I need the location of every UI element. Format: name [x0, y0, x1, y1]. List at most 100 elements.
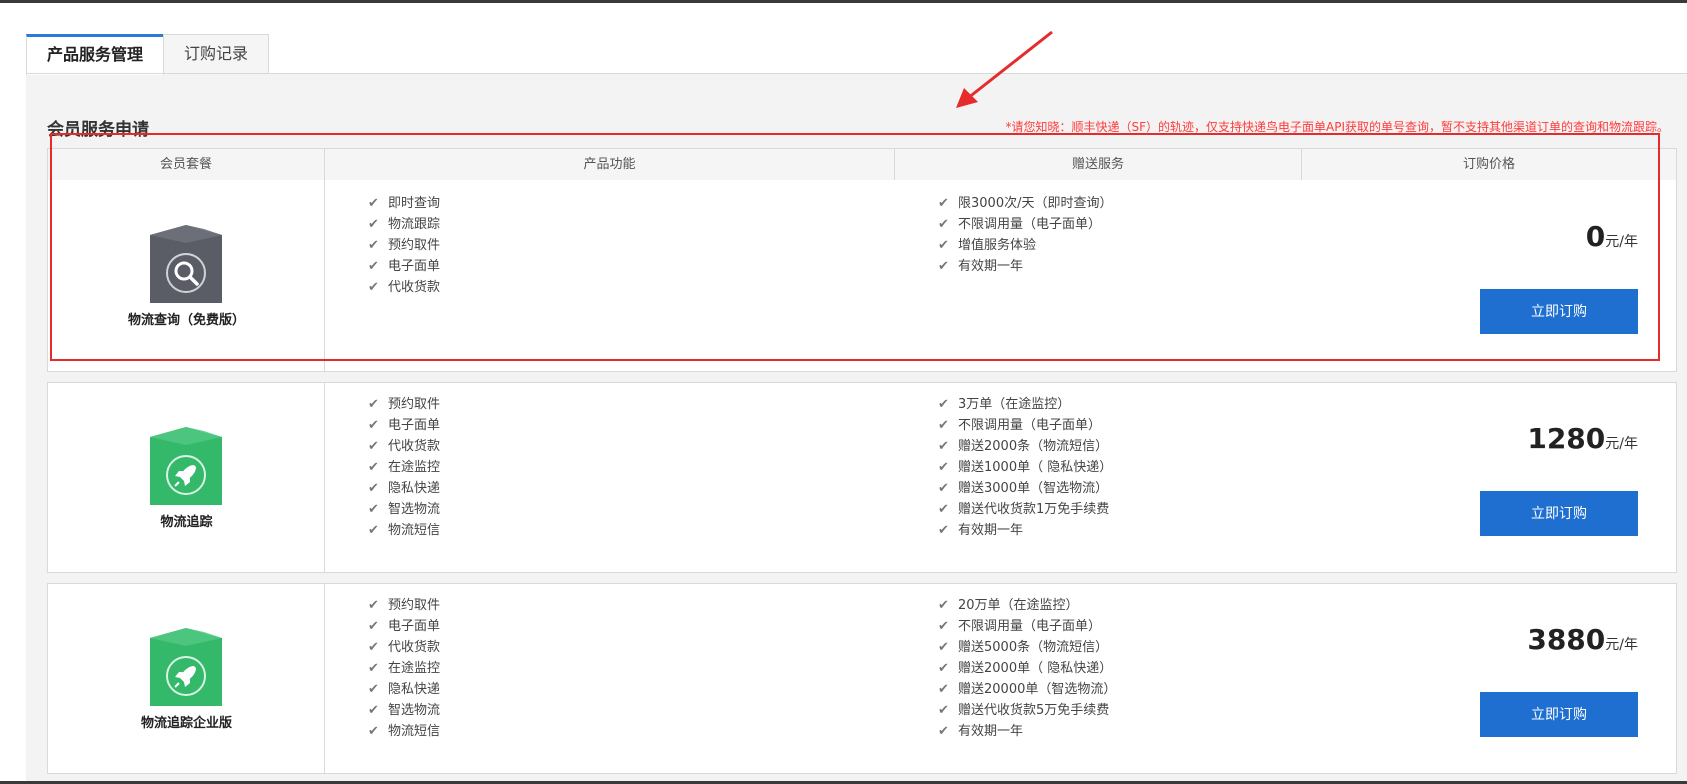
list-item: ✔ 不限调用量（电子面单） [938, 214, 1112, 235]
plan-cell: 物流追踪企业版 [48, 584, 325, 773]
gift-label: 赠送20000单（智选物流） [958, 682, 1117, 697]
subscribe-button[interactable]: 立即订购 [1480, 289, 1638, 334]
plan-name: 物流追踪企业版 [140, 716, 232, 731]
gift-label: 3万单（在途监控） [958, 397, 1071, 412]
feature-list: ✔ 预约取件 ✔ 电子面单 ✔ 代收货款 ✔ 在途监控 ✔ 隐私快递 ✔ 智选物流 ✔ 物流短… [368, 595, 440, 742]
feature-label: 即时查询 [388, 196, 441, 211]
list-item: ✔ 预约取件 [368, 394, 440, 415]
header-plan: 会员套餐 [48, 149, 325, 180]
price-value: 0 [1585, 220, 1606, 253]
check-icon: ✔ [938, 259, 949, 274]
header-gifts: 赠送服务 [895, 149, 1302, 180]
list-item: ✔ 电子面单 [368, 415, 440, 436]
list-item: ✔ 赠送代收货款5万免手续费 [938, 700, 1116, 721]
feature-list: ✔ 即时查询 ✔ 物流跟踪 ✔ 预约取件 ✔ 电子面单 ✔ 代收货款 [368, 193, 440, 298]
list-item: ✔ 赠送5000条（物流短信） [938, 637, 1116, 658]
gift-list: ✔ 限3000次/天（即时查询） ✔ 不限调用量（电子面单） ✔ 增值服务体验 ✔ 有效… [938, 193, 1112, 277]
list-item: ✔ 在途监控 [368, 658, 440, 679]
feature-label: 代收货款 [388, 280, 441, 295]
list-item: ✔ 电子面单 [368, 256, 440, 277]
header-features: 产品功能 [325, 149, 895, 180]
rocket-icon [150, 628, 222, 706]
plan-row-free: 物流查询（免费版） ✔ 即时查询 ✔ 物流跟踪 ✔ 预约取件 ✔ 电子面单 ✔ 代收货款 … [47, 180, 1677, 372]
plan-cell: 物流追踪 [48, 383, 325, 572]
price: 1280元/年 [1527, 422, 1638, 455]
gift-label: 不限调用量（电子面单） [958, 619, 1102, 634]
gift-label: 赠送代收货款5万免手续费 [958, 703, 1110, 718]
check-icon: ✔ [368, 481, 379, 496]
check-icon: ✔ [368, 619, 379, 634]
check-icon: ✔ [368, 460, 379, 475]
feature-label: 代收货款 [388, 640, 441, 655]
plan-name: 物流查询（免费版） [127, 313, 245, 328]
check-icon: ✔ [938, 196, 949, 211]
list-item: ✔ 物流短信 [368, 520, 440, 541]
gift-label: 赠送5000条（物流短信） [958, 640, 1109, 655]
tab-product-service[interactable]: 产品服务管理 [26, 34, 164, 75]
gift-label: 赠送代收货款1万免手续费 [958, 502, 1110, 517]
sf-notice: *请您知晓：顺丰快递（SF）的轨迹，仅支持快递鸟电子面单API获取的单号查询，暂… [1005, 120, 1669, 134]
list-item: ✔ 智选物流 [368, 700, 440, 721]
list-item: ✔ 代收货款 [368, 436, 440, 457]
check-icon: ✔ [938, 217, 949, 232]
list-item: ✔ 3万单（在途监控） [938, 394, 1112, 415]
gift-list: ✔ 20万单（在途监控） ✔ 不限调用量（电子面单） ✔ 赠送5000条（物流短信） … [938, 595, 1116, 742]
feature-label: 预约取件 [388, 238, 441, 253]
list-item: ✔ 20万单（在途监控） [938, 595, 1116, 616]
tab-divider [26, 73, 1687, 74]
check-icon: ✔ [368, 259, 379, 274]
check-icon: ✔ [368, 724, 379, 739]
check-icon: ✔ [938, 460, 949, 475]
list-item: ✔ 赠送1000单（ 隐私快递） [938, 457, 1112, 478]
list-item: ✔ 赠送代收货款1万免手续费 [938, 499, 1112, 520]
gift-label: 不限调用量（电子面单） [958, 217, 1102, 232]
top-border [0, 0, 1687, 3]
gift-label: 限3000次/天（即时查询） [958, 196, 1113, 211]
list-item: ✔ 有效期一年 [938, 520, 1112, 541]
list-item: ✔ 代收货款 [368, 637, 440, 658]
gift-label: 赠送2000单（ 隐私快递） [958, 661, 1113, 676]
plan-row-tracking: 物流追踪 ✔ 预约取件 ✔ 电子面单 ✔ 代收货款 ✔ 在途监控 ✔ 隐私快递 ✔ 智选物流… [47, 382, 1677, 573]
feature-label: 在途监控 [388, 460, 441, 475]
check-icon: ✔ [368, 439, 379, 454]
feature-label: 电子面单 [388, 418, 441, 433]
list-item: ✔ 有效期一年 [938, 721, 1116, 742]
feature-label: 物流短信 [388, 523, 441, 538]
gift-label: 赠送2000条（物流短信） [958, 439, 1109, 454]
list-item: ✔ 赠送2000单（ 隐私快递） [938, 658, 1116, 679]
feature-label: 电子面单 [388, 259, 441, 274]
list-item: ✔ 限3000次/天（即时查询） [938, 193, 1112, 214]
list-item: ✔ 电子面单 [368, 616, 440, 637]
list-item: ✔ 代收货款 [368, 277, 440, 298]
check-icon: ✔ [938, 640, 949, 655]
list-item: ✔ 赠送3000单（智选物流） [938, 478, 1112, 499]
subscribe-button[interactable]: 立即订购 [1480, 491, 1638, 536]
list-item: ✔ 增值服务体验 [938, 235, 1112, 256]
gift-label: 有效期一年 [958, 259, 1024, 274]
check-icon: ✔ [368, 397, 379, 412]
feature-list: ✔ 预约取件 ✔ 电子面单 ✔ 代收货款 ✔ 在途监控 ✔ 隐私快递 ✔ 智选物流 ✔ 物流短… [368, 394, 440, 541]
check-icon: ✔ [938, 682, 949, 697]
check-icon: ✔ [938, 523, 949, 538]
check-icon: ✔ [938, 238, 949, 253]
gift-label: 有效期一年 [958, 523, 1024, 538]
gift-label: 有效期一年 [958, 724, 1024, 739]
list-item: ✔ 在途监控 [368, 457, 440, 478]
list-item: ✔ 有效期一年 [938, 256, 1112, 277]
feature-label: 物流短信 [388, 724, 441, 739]
check-icon: ✔ [368, 418, 379, 433]
annotation-arrow-icon [956, 30, 1053, 108]
feature-label: 代收货款 [388, 439, 441, 454]
search-icon [150, 225, 222, 303]
tab-order-records[interactable]: 订购记录 [163, 34, 269, 74]
gift-label: 20万单（在途监控） [958, 598, 1079, 613]
check-icon: ✔ [368, 502, 379, 517]
check-icon: ✔ [368, 217, 379, 232]
check-icon: ✔ [938, 724, 949, 739]
feature-label: 预约取件 [388, 397, 441, 412]
price: 0元/年 [1586, 220, 1638, 253]
subscribe-button[interactable]: 立即订购 [1480, 692, 1638, 737]
feature-label: 隐私快递 [388, 481, 441, 496]
header-price: 订购价格 [1462, 157, 1515, 172]
feature-label: 物流跟踪 [388, 217, 441, 232]
